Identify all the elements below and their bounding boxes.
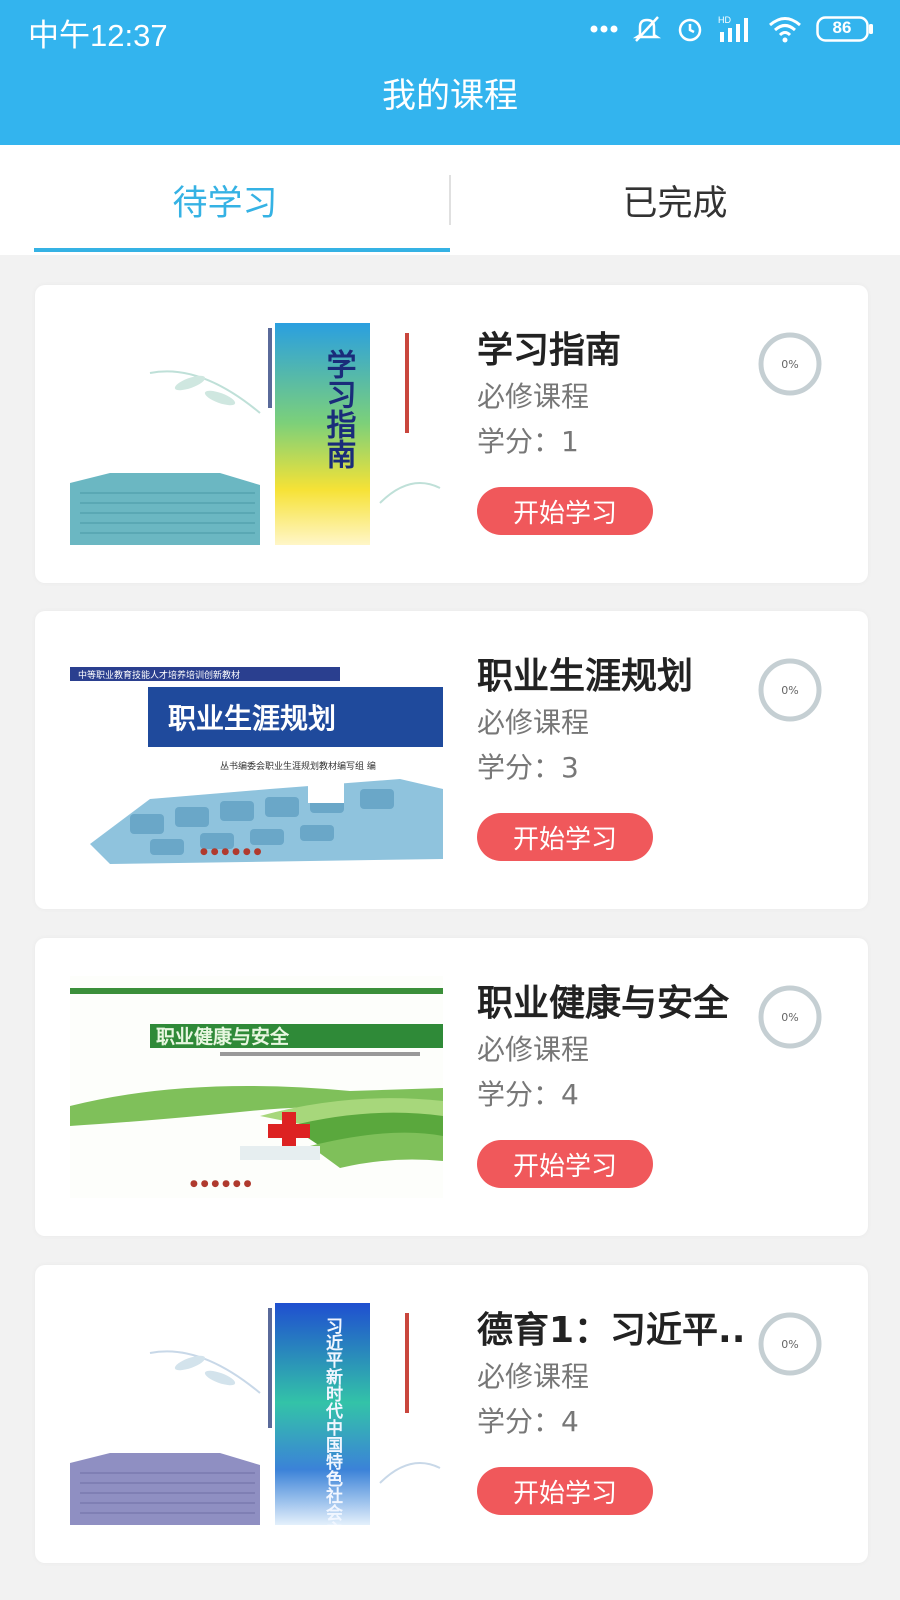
- mute-bell-icon: [632, 14, 662, 44]
- course-title[interactable]: 德育1：习近平...: [477, 1301, 747, 1353]
- course-cover-image[interactable]: 习近平新时代中国特色社会主义思想: [70, 1303, 443, 1525]
- status-icons: HD 86: [590, 12, 874, 46]
- course-cover-image[interactable]: 学习指南: [70, 323, 443, 545]
- course-type: 必修课程: [477, 1360, 590, 1393]
- more-dots-icon: [590, 24, 618, 34]
- signal-hd-icon: HD: [718, 14, 754, 44]
- start-learning-button[interactable]: 开始学习: [477, 1467, 653, 1515]
- course-title[interactable]: 职业健康与安全: [477, 974, 747, 1026]
- progress-percent: 0%: [781, 1337, 799, 1351]
- start-learning-button[interactable]: 开始学习: [477, 1140, 653, 1188]
- course-credit: 学分：3: [477, 751, 579, 784]
- progress-ring: 0%: [757, 331, 823, 397]
- course-cover-image[interactable]: 中等职业教育技能人才培养培训创新教材 职业生涯规划 丛书编委会职业生涯规划教材编…: [70, 649, 443, 871]
- cover-title-text: 职业生涯规划: [168, 702, 336, 735]
- page-title: 我的课程: [382, 76, 518, 116]
- course-card[interactable]: 中等职业教育技能人才培养培训创新教材 职业生涯规划 丛书编委会职业生涯规划教材编…: [35, 611, 868, 909]
- wifi-icon: [768, 15, 802, 43]
- course-type: 必修课程: [477, 706, 590, 739]
- course-type: 必修课程: [477, 1033, 590, 1066]
- battery-level: 86: [832, 18, 852, 37]
- alarm-icon: [676, 15, 704, 43]
- course-title[interactable]: 职业生涯规划: [477, 647, 747, 699]
- progress-ring: 0%: [757, 984, 823, 1050]
- course-card[interactable]: 学习指南 学习指南 必修课程 学分：1 开始学习 0%: [35, 285, 868, 583]
- start-learning-button[interactable]: 开始学习: [477, 813, 653, 861]
- tab-completed[interactable]: 已完成: [450, 145, 900, 255]
- progress-percent: 0%: [781, 357, 799, 371]
- course-card[interactable]: 习近平新时代中国特色社会主义思想 德育1：习近平... 必修课程 学分：4 开始…: [35, 1265, 868, 1563]
- course-title[interactable]: 学习指南: [477, 321, 747, 373]
- tab-pending[interactable]: 待学习: [0, 145, 450, 255]
- course-cover-image[interactable]: 职业健康与安全 ● ● ● ● ● ●: [70, 976, 443, 1198]
- svg-text:● ● ● ● ● ●: ● ● ● ● ● ●: [190, 1179, 252, 1189]
- cover-title-text: 习近平新时代中国特色社会主义思想: [322, 1317, 344, 1525]
- status-time: 中午12:37: [28, 18, 168, 53]
- course-credit: 学分：4: [477, 1078, 579, 1111]
- app-header: 中午12:37 HD 86 我的课程: [0, 0, 900, 145]
- progress-ring: 0%: [757, 657, 823, 723]
- progress-ring: 0%: [757, 1311, 823, 1377]
- cover-banner-text: 中等职业教育技能人才培养培训创新教材: [78, 669, 240, 681]
- battery-icon: 86: [816, 15, 874, 43]
- svg-text:● ● ● ● ● ●: ● ● ● ● ● ●: [200, 847, 262, 857]
- course-card[interactable]: 职业健康与安全 ● ● ● ● ● ● 职业健康与安全 必修课程 学分：4 开始…: [35, 938, 868, 1236]
- progress-percent: 0%: [781, 1010, 799, 1024]
- course-credit: 学分：4: [477, 1405, 579, 1438]
- cover-editor-text: 丛书编委会职业生涯规划教材编写组 编: [220, 760, 376, 772]
- tab-bar: 待学习 已完成: [0, 145, 900, 255]
- cover-title-text: 学习指南: [321, 348, 357, 469]
- course-type: 必修课程: [477, 380, 590, 413]
- progress-percent: 0%: [781, 683, 799, 697]
- svg-text:HD: HD: [718, 15, 731, 25]
- active-tab-indicator: [34, 248, 450, 252]
- course-credit: 学分：1: [477, 425, 579, 458]
- start-learning-button[interactable]: 开始学习: [477, 487, 653, 535]
- cover-title-text: 职业健康与安全: [156, 1025, 290, 1048]
- status-bar: 中午12:37 HD 86: [0, 0, 900, 58]
